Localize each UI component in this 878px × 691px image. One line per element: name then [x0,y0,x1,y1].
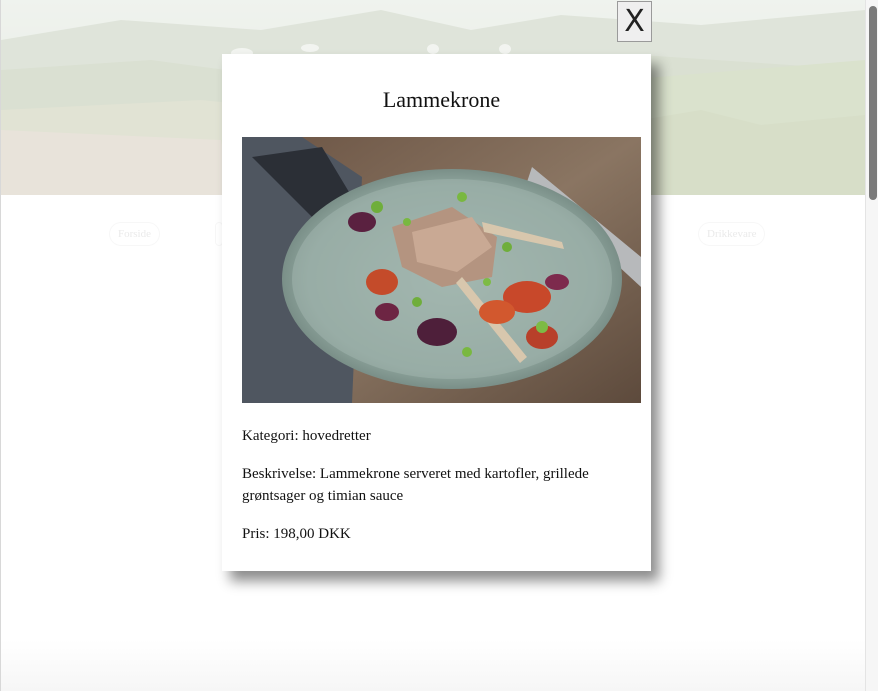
dish-description-label: Beskrivelse: [242,466,317,482]
dish-price-value: 198,00 DKK [273,526,351,542]
dish-modal: Lammekrone Kategori: hovedretter Beskriv… [222,54,651,571]
dish-price: Pris: 198,00 DKK [242,523,641,545]
dish-category: Kategori: hovedretter [242,425,641,447]
page-viewport: Forside Drikkevare Lammekrone [0,0,878,691]
scrollbar-thumb[interactable] [869,6,877,200]
dish-category-label: Kategori: [242,428,299,444]
dish-description: Beskrivelse: Lammekrone serveret med kar… [242,463,641,507]
dish-title: Lammekrone [382,87,501,112]
modal-close-button[interactable]: X [617,1,652,42]
page-scrollbar[interactable] [865,0,878,691]
page-bottom-fade [1,640,865,691]
dish-category-value: hovedretter [302,428,371,444]
dish-price-label: Pris: [242,526,270,542]
close-icon: X [624,4,645,39]
lamb-rack-plate-image [242,137,641,403]
dish-photo [242,137,641,403]
